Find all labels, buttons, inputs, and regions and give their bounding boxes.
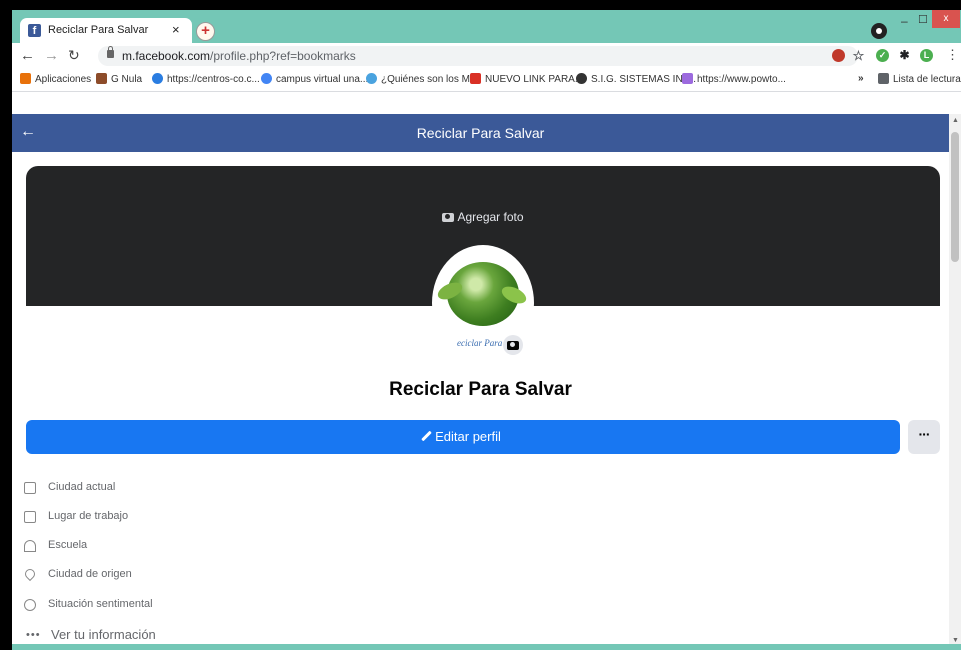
google-icon — [261, 73, 272, 84]
camera-icon — [507, 341, 519, 350]
bookmark-sig[interactable]: S.I.G. SISTEMAS INF... — [576, 73, 696, 85]
key-icon[interactable] — [832, 49, 845, 62]
location-pin-icon — [22, 566, 38, 582]
site-icon — [366, 73, 377, 84]
add-photo-button[interactable]: Agregar foto — [26, 210, 940, 224]
facebook-icon: f — [28, 24, 41, 37]
profile-avatar-icon[interactable]: L — [920, 49, 933, 62]
page-title: Reciclar Para Salvar — [416, 125, 545, 141]
toolbar: ← → ↻ m.facebook.com/profile.php?ref=boo… — [12, 43, 961, 69]
more-dots-icon: ••• — [26, 629, 41, 641]
scrollbar-thumb[interactable] — [951, 132, 959, 262]
close-window-button[interactable]: x — [932, 10, 960, 28]
briefcase-icon — [24, 511, 36, 523]
facebook-header: ← Reciclar Para Salvar — [12, 114, 949, 152]
bookmark-star-icon[interactable]: ☆ — [852, 49, 865, 62]
scroll-up-icon[interactable]: ▲ — [952, 117, 959, 124]
reading-list-icon — [878, 73, 889, 84]
change-profile-picture-button[interactable] — [503, 335, 523, 355]
graduation-cap-icon — [24, 540, 36, 552]
minimize-button[interactable]: – — [901, 14, 908, 28]
bookmark-campus[interactable]: campus virtual una... — [261, 73, 368, 85]
address-bar[interactable]: m.facebook.com/profile.php?ref=bookmarks — [98, 46, 858, 66]
bookmark-gnula[interactable]: G Nula — [96, 73, 142, 85]
lock-icon — [107, 46, 114, 58]
heart-icon — [24, 599, 36, 611]
scrollbar[interactable]: ▲ ▼ — [949, 114, 961, 650]
site-icon — [682, 73, 693, 84]
maximize-button[interactable]: ☐ — [918, 13, 928, 26]
profile-name: Reciclar Para Salvar — [389, 379, 572, 400]
camera-icon — [442, 213, 455, 222]
edit-profile-button[interactable]: Editar perfil — [26, 420, 900, 454]
globe-icon — [152, 73, 163, 84]
tab-close-icon[interactable]: × — [172, 22, 180, 37]
reading-list[interactable]: Lista de lectura — [878, 73, 961, 85]
forward-arrow-icon[interactable]: → — [44, 47, 59, 64]
bookmarks-bar: Aplicaciones G Nula https://centros-co.c… — [12, 69, 961, 92]
apps-icon — [20, 73, 31, 84]
scroll-down-icon[interactable]: ▼ — [952, 637, 959, 644]
bookmark-powtoon[interactable]: https://www.powto... — [682, 73, 786, 85]
image-icon — [96, 73, 107, 84]
bookmark-apps[interactable]: Aplicaciones — [20, 73, 91, 85]
window-bottom-edge — [12, 644, 961, 650]
tab-strip: f Reciclar Para Salvar × + – ☐ x — [12, 10, 961, 43]
home-icon — [24, 482, 36, 494]
url-text: m.facebook.com/profile.php?ref=bookmarks — [122, 49, 356, 63]
bookmark-centros[interactable]: https://centros-co.c... — [152, 73, 260, 85]
new-tab-button[interactable]: + — [196, 22, 215, 41]
back-arrow-icon[interactable]: ← — [20, 47, 35, 64]
tab-title: Reciclar Para Salvar — [48, 24, 149, 36]
tab-reciclar[interactable]: f Reciclar Para Salvar × — [20, 18, 192, 43]
bookmark-quienes[interactable]: ¿Quiénes son los M... — [366, 73, 478, 85]
chrome-profile-icon[interactable] — [871, 23, 887, 39]
pencil-icon — [421, 430, 432, 442]
site-icon — [576, 73, 587, 84]
bookmarks-overflow-icon[interactable]: » — [858, 73, 864, 84]
kebab-menu-icon[interactable]: ⋮ — [946, 47, 959, 63]
gmail-icon — [470, 73, 481, 84]
bookmark-nuevo-link[interactable]: NUEVO LINK PARA... — [470, 73, 583, 85]
browser-window: f Reciclar Para Salvar × + – ☐ x ← → ↻ m… — [12, 10, 961, 650]
check-extension-icon[interactable]: ✓ — [876, 49, 889, 62]
puzzle-icon[interactable]: ✱ — [898, 49, 911, 62]
more-options-button[interactable]: ··· — [908, 420, 940, 454]
reload-icon[interactable]: ↻ — [68, 47, 80, 64]
